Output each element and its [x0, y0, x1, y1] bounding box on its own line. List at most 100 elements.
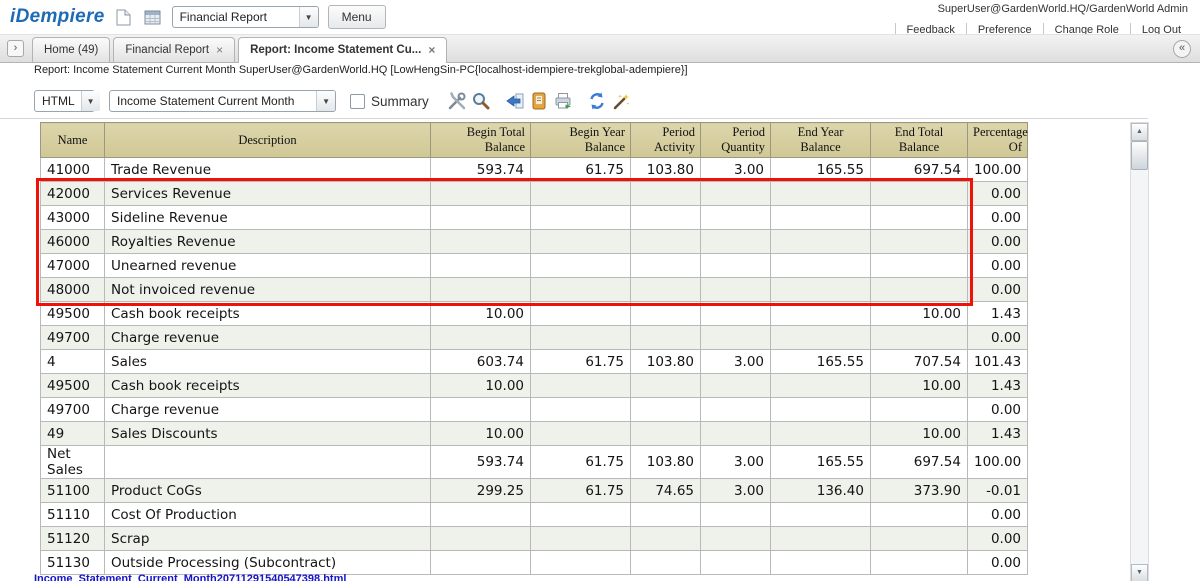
cell-name: 49500	[41, 302, 105, 326]
calendar-icon[interactable]	[143, 7, 163, 27]
document-icon[interactable]	[114, 7, 134, 27]
tab-list: Home (49)Financial Report×Report: Income…	[32, 37, 447, 62]
cell-value	[871, 326, 968, 350]
cell-value	[871, 254, 968, 278]
cell-value	[431, 278, 531, 302]
export-icon[interactable]	[551, 89, 575, 113]
print-format-tools-icon[interactable]	[445, 89, 469, 113]
cell-value: 1.43	[968, 302, 1028, 326]
cell-value	[701, 278, 771, 302]
cell-value	[531, 422, 631, 446]
window-select[interactable]: Financial Report ▼	[172, 6, 319, 28]
cell-value	[631, 398, 701, 422]
cell-value	[771, 326, 871, 350]
report-file-link[interactable]: Income_Statement_Current_Month2071129154…	[34, 573, 346, 581]
cell-value: 10.00	[431, 302, 531, 326]
cell-description: Cash book receipts	[105, 302, 431, 326]
table-row: 51130Outside Processing (Subcontract)0.0…	[41, 551, 1028, 575]
cell-name: 51100	[41, 479, 105, 503]
idempiere-logo: iDempiere	[10, 6, 105, 28]
table-row: 51120Scrap0.00	[41, 527, 1028, 551]
cell-value: 3.00	[701, 158, 771, 182]
tab-close-icon[interactable]: ×	[216, 45, 223, 55]
cell-value	[431, 527, 531, 551]
toolbar-icons	[445, 89, 633, 113]
cell-value	[701, 302, 771, 326]
tab-scroll-left-button[interactable]: ›	[7, 40, 24, 57]
refresh-icon[interactable]	[585, 89, 609, 113]
cell-value	[631, 230, 701, 254]
cell-value	[701, 206, 771, 230]
cell-name: 48000	[41, 278, 105, 302]
cell-value	[431, 182, 531, 206]
summary-checkbox[interactable]	[350, 94, 365, 109]
find-icon[interactable]	[469, 89, 493, 113]
cell-name: 42000	[41, 182, 105, 206]
cell-value	[701, 422, 771, 446]
cell-value: 61.75	[531, 446, 631, 479]
tab-label: Report: Income Statement Cu...	[250, 44, 421, 56]
column-header: Begin Year Balance	[531, 123, 631, 158]
cell-value	[701, 398, 771, 422]
cell-value	[871, 527, 968, 551]
report-info-line: Report: Income Statement Current Month S…	[34, 64, 688, 76]
cell-value: 0.00	[968, 278, 1028, 302]
column-header: Period Activity	[631, 123, 701, 158]
cell-value	[431, 254, 531, 278]
archive-icon[interactable]	[503, 89, 527, 113]
column-header: Name	[41, 123, 105, 158]
table-row: 43000Sideline Revenue0.00	[41, 206, 1028, 230]
format-select[interactable]: HTML ▼	[34, 90, 95, 112]
cell-value: 0.00	[968, 503, 1028, 527]
cell-value: 10.00	[431, 374, 531, 398]
table-row: 49Sales Discounts10.0010.001.43	[41, 422, 1028, 446]
report-icon[interactable]	[527, 89, 551, 113]
cell-name: 49700	[41, 398, 105, 422]
cell-value	[631, 278, 701, 302]
cell-value: 10.00	[431, 422, 531, 446]
cell-value	[771, 254, 871, 278]
cell-value: 103.80	[631, 446, 701, 479]
table-row: 46000Royalties Revenue0.00	[41, 230, 1028, 254]
vertical-scrollbar[interactable]: ▲ ▼	[1130, 122, 1149, 581]
cell-description: Not invoiced revenue	[105, 278, 431, 302]
cell-value: 3.00	[701, 350, 771, 374]
table-row: 49700Charge revenue0.00	[41, 326, 1028, 350]
cell-value: 3.00	[701, 479, 771, 503]
cell-value	[531, 278, 631, 302]
chevron-down-icon: ▼	[316, 91, 335, 111]
scrollbar-thumb[interactable]	[1131, 141, 1148, 170]
table-row: 49500Cash book receipts10.0010.001.43	[41, 302, 1028, 326]
tab-close-icon[interactable]: ×	[428, 45, 435, 55]
cell-value	[531, 182, 631, 206]
cell-description: Product CoGs	[105, 479, 431, 503]
cell-value: 299.25	[431, 479, 531, 503]
cell-description: Services Revenue	[105, 182, 431, 206]
scroll-up-button[interactable]: ▲	[1131, 123, 1148, 141]
tab-0[interactable]: Home (49)	[32, 37, 110, 62]
cell-value	[701, 527, 771, 551]
cell-value	[631, 326, 701, 350]
cell-value	[771, 527, 871, 551]
tab-overflow-button[interactable]: «	[1173, 40, 1191, 58]
cell-value: 1.43	[968, 422, 1028, 446]
cell-value: 74.65	[631, 479, 701, 503]
tab-1[interactable]: Financial Report×	[113, 37, 235, 62]
cell-name: 49700	[41, 326, 105, 350]
table-row: 4Sales603.7461.75103.803.00165.55707.541…	[41, 350, 1028, 374]
menu-button[interactable]: Menu	[328, 5, 386, 29]
cell-value	[431, 503, 531, 527]
cell-value	[871, 230, 968, 254]
table-row: 49500Cash book receipts10.0010.001.43	[41, 374, 1028, 398]
wizard-wand-icon[interactable]	[609, 89, 633, 113]
cell-value	[531, 374, 631, 398]
tab-2[interactable]: Report: Income Statement Cu... ×	[238, 37, 447, 63]
scroll-down-button[interactable]: ▼	[1131, 564, 1148, 581]
cell-value: 0.00	[968, 230, 1028, 254]
cell-value	[531, 230, 631, 254]
cell-value	[701, 182, 771, 206]
format-select-value: HTML	[42, 94, 75, 108]
report-select[interactable]: Income Statement Current Month ▼	[109, 90, 336, 112]
cell-value: -0.01	[968, 479, 1028, 503]
cell-name: 51120	[41, 527, 105, 551]
